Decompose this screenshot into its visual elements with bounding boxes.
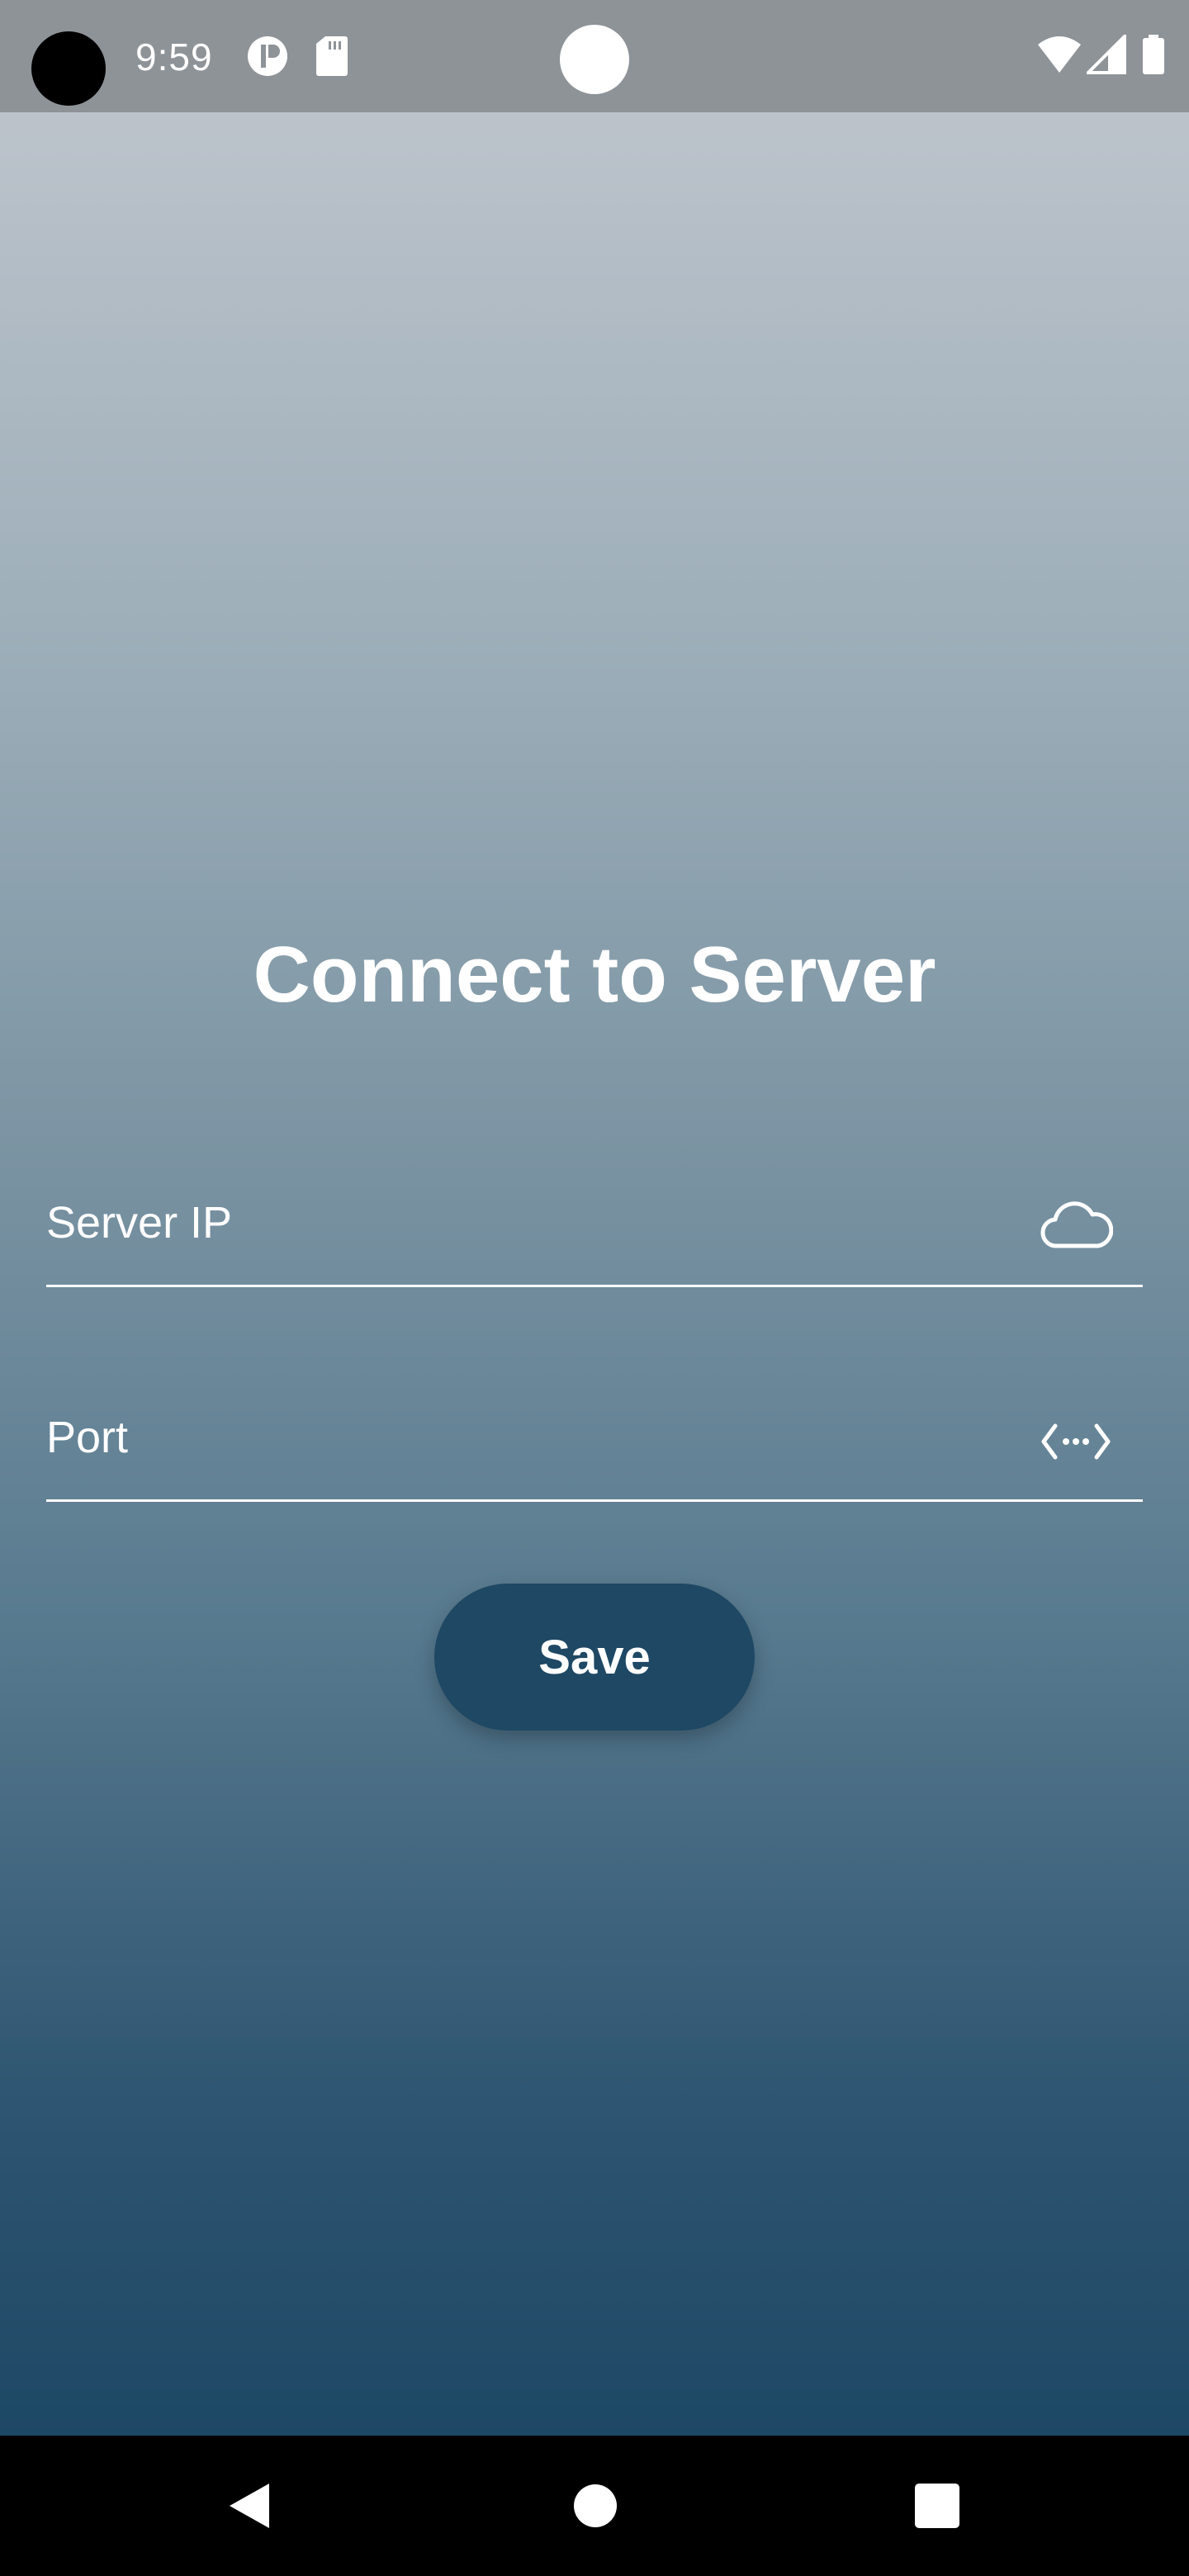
app-screen: 9:59 Connect to Server Server IP Port Sa… <box>0 0 1189 2576</box>
status-bar: 9:59 <box>0 0 1189 112</box>
port-input[interactable] <box>46 1376 1021 1499</box>
main-content: Connect to Server Save <box>0 112 1189 2436</box>
save-button[interactable]: Save <box>434 1584 755 1731</box>
server-ip-input[interactable] <box>46 1161 1021 1285</box>
camera-hole <box>31 31 106 106</box>
recents-icon[interactable] <box>900 2469 974 2543</box>
notification-app-icon <box>246 35 289 78</box>
sd-card-icon <box>315 35 348 78</box>
center-indicator-dot <box>560 25 629 94</box>
port-field <box>46 1376 1143 1502</box>
server-ip-field <box>46 1161 1143 1287</box>
wifi-icon <box>1037 35 1082 78</box>
cellular-signal-icon <box>1087 35 1126 78</box>
status-time: 9:59 <box>135 36 213 78</box>
navigation-bar <box>0 2436 1189 2576</box>
settings-ethernet-icon <box>1039 1413 1113 1470</box>
cloud-icon <box>1039 1198 1113 1256</box>
page-title: Connect to Server <box>253 930 936 1019</box>
battery-icon <box>1141 35 1166 78</box>
back-icon[interactable] <box>211 2469 286 2543</box>
home-icon[interactable] <box>558 2469 632 2543</box>
